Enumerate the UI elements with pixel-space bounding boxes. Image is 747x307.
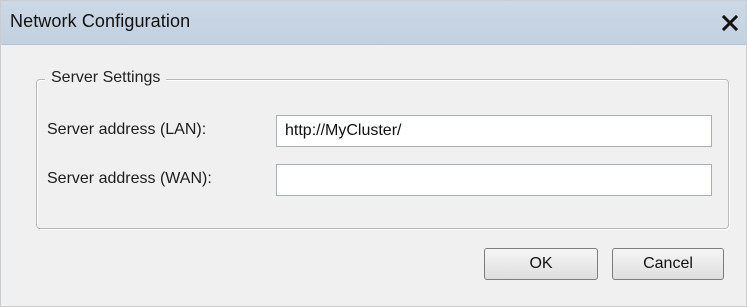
cancel-button[interactable]: Cancel	[612, 248, 724, 280]
dialog-title: Network Configuration	[10, 11, 191, 31]
dialog-content: Server Settings Server address (LAN): Se…	[1, 45, 746, 306]
lan-address-label: Server address (LAN):	[47, 121, 207, 138]
close-x-icon	[721, 14, 739, 32]
server-settings-group	[36, 79, 729, 229]
dialog-titlebar[interactable]: Network Configuration	[1, 1, 746, 45]
ok-button[interactable]: OK	[484, 248, 598, 280]
lan-address-input[interactable]	[276, 115, 712, 147]
wan-address-label: Server address (WAN):	[47, 170, 212, 187]
server-settings-legend: Server Settings	[45, 69, 167, 87]
wan-address-input[interactable]	[276, 164, 712, 196]
network-configuration-dialog: Network Configuration Server Settings Se…	[0, 0, 747, 307]
close-icon[interactable]	[720, 13, 740, 33]
